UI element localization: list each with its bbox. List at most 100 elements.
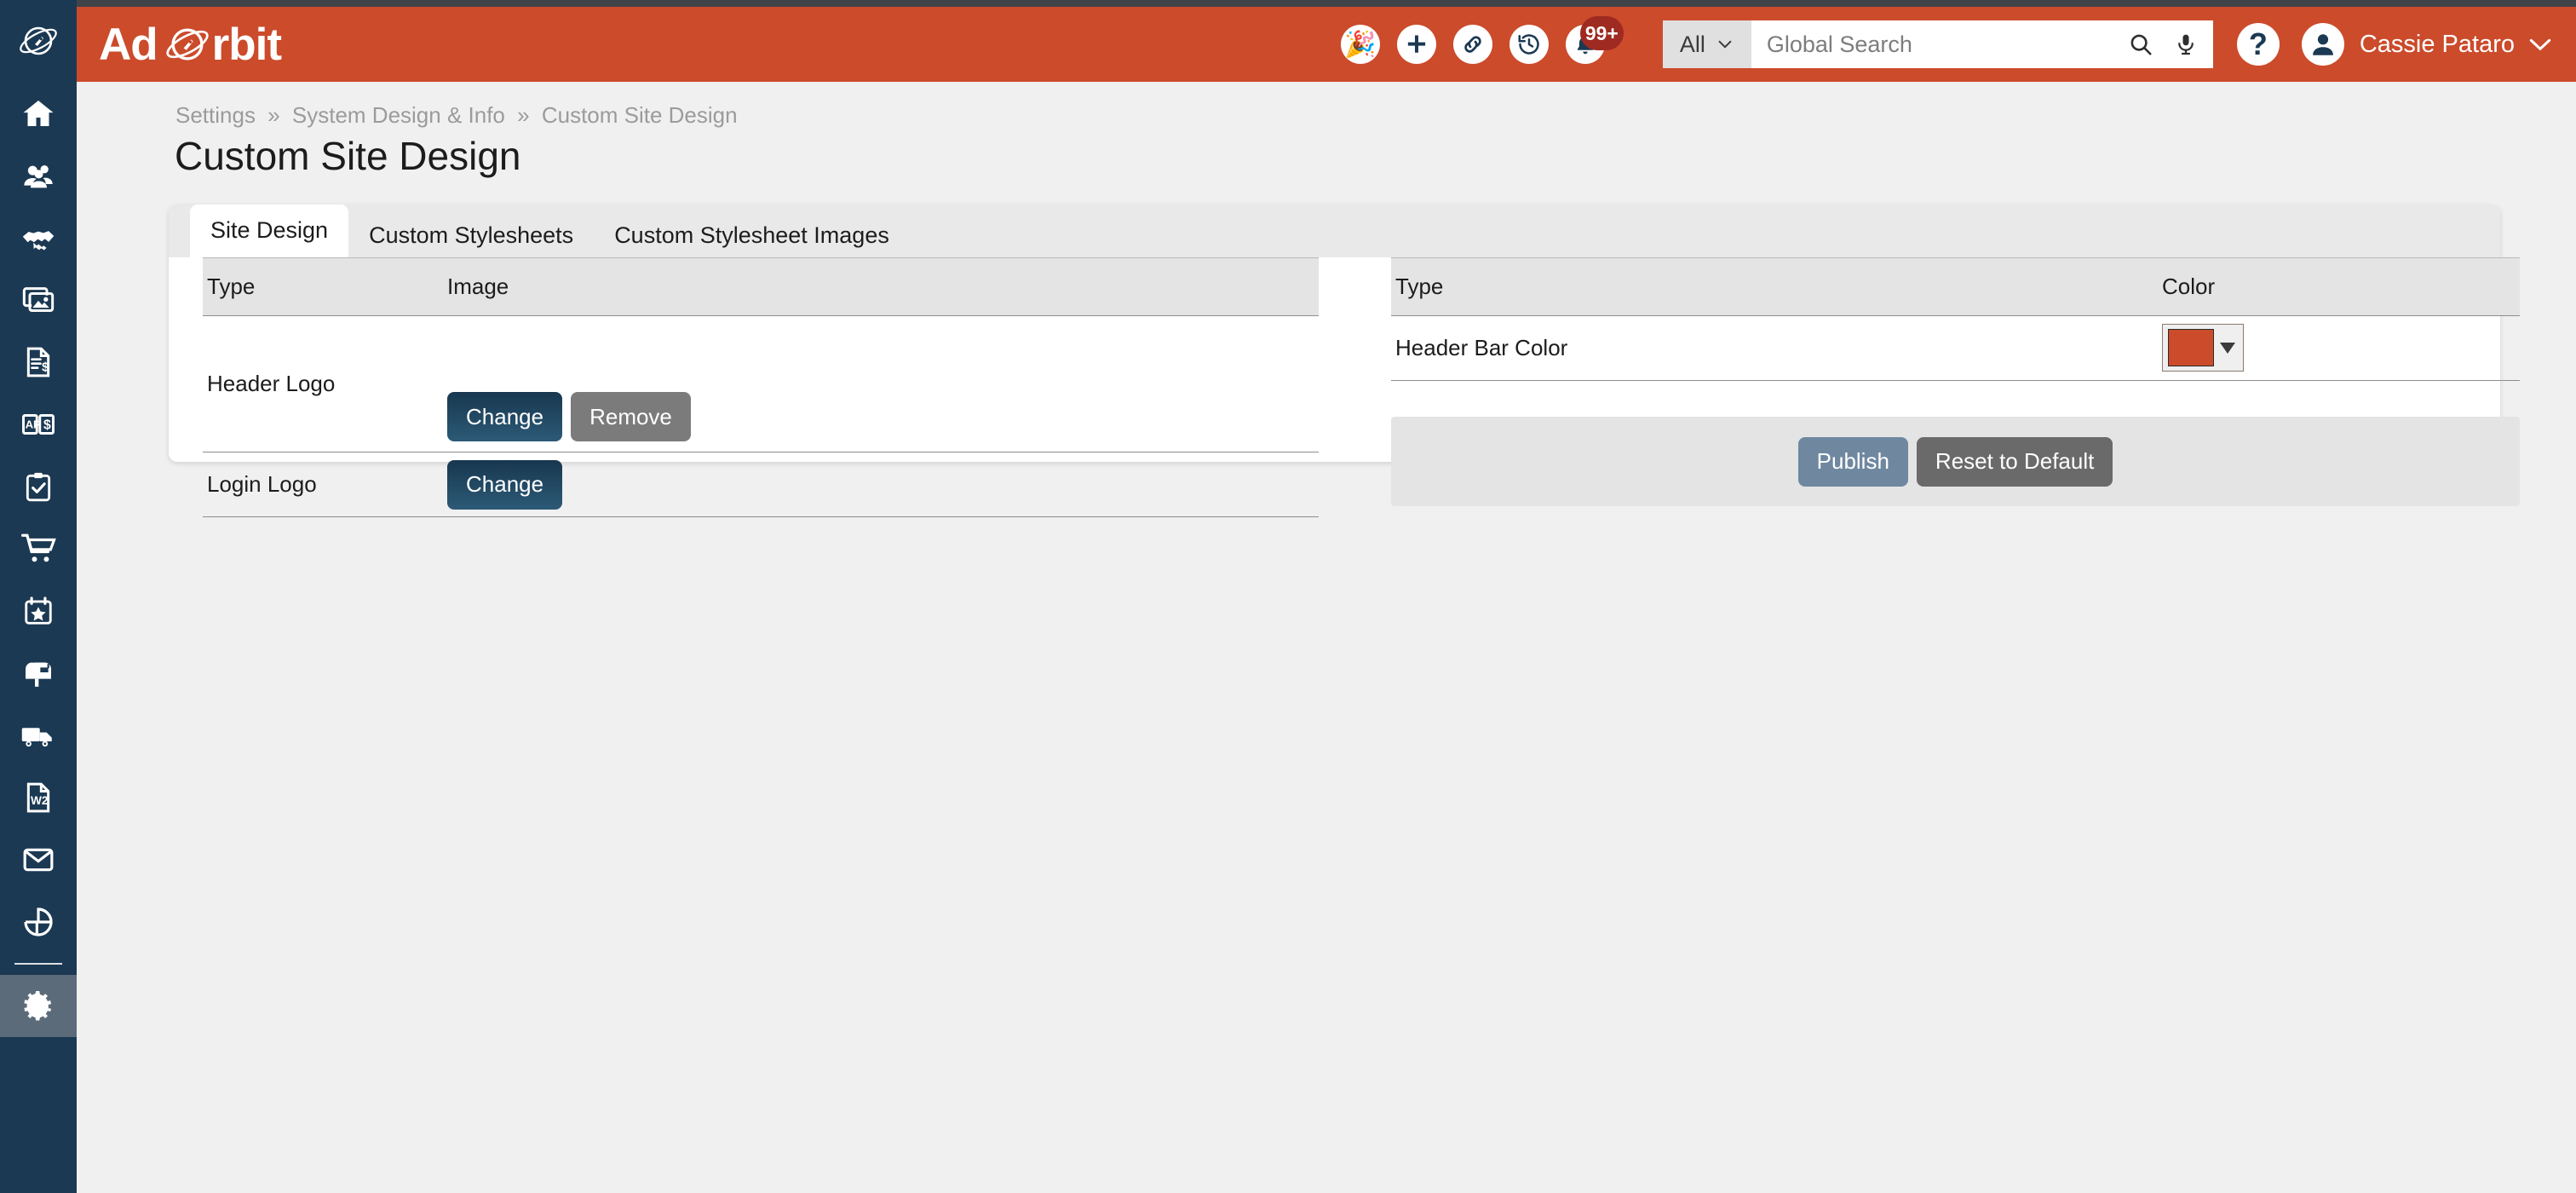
breadcrumb-item-system-design-info[interactable]: System Design & Info (292, 102, 505, 128)
help-label: ? (2248, 26, 2268, 61)
column-header-image: Image (443, 257, 1319, 316)
action-bar: Publish Reset to Default (1391, 417, 2520, 506)
sidebar-item-circulation[interactable] (0, 642, 77, 704)
header-bar-color-type-cell: Header Bar Color (1391, 315, 2158, 381)
sidebar-item-tax-forms[interactable]: W2 (0, 766, 77, 828)
reset-to-default-button[interactable]: Reset to Default (1916, 436, 2113, 487)
help-icon[interactable]: ? (2236, 23, 2280, 66)
breadcrumb-separator: » (267, 102, 280, 128)
header-logo-remove-button[interactable]: Remove (571, 392, 691, 441)
colors-panel: Type Color Header Bar Color Publish Rese… (1391, 257, 2520, 506)
link-icon[interactable] (1452, 25, 1492, 64)
header-logo-type-cell: Header Logo (203, 315, 443, 452)
table-row: Header Bar Color (1391, 315, 2520, 381)
chevron-down-icon[interactable] (2220, 342, 2235, 354)
avatar[interactable] (2301, 23, 2344, 66)
images-table: Type Image Header Logo Change Remove Log… (203, 257, 1319, 517)
chevron-down-icon (1718, 40, 1732, 49)
search-input[interactable] (1751, 20, 2118, 68)
table-header-row: Type Color (1391, 257, 2520, 316)
add-icon[interactable] (1396, 25, 1436, 64)
colors-table: Type Color Header Bar Color (1391, 257, 2520, 381)
notification-badge: 99+ (1579, 16, 1624, 50)
handshake-icon (22, 230, 55, 251)
people-icon (24, 164, 53, 187)
breadcrumb: Settings » System Design & Info » Custom… (175, 102, 738, 129)
global-search: All (1662, 20, 2213, 68)
login-logo-image-cell: Change (443, 452, 1319, 517)
column-header-color: Color (2158, 257, 2520, 316)
header-bar-color-value-cell (2158, 315, 2520, 381)
tab-custom-stylesheets[interactable]: Custom Stylesheets (348, 213, 594, 257)
publish-button[interactable]: Publish (1797, 436, 1908, 487)
ad-orbit-planet-logo[interactable] (0, 0, 77, 82)
sidebar-item-media[interactable] (0, 268, 77, 331)
column-header-type: Type (1391, 257, 2158, 316)
sidebar-item-home[interactable] (0, 82, 77, 144)
invoice-icon: $ (26, 347, 50, 377)
sidebar-item-contacts[interactable] (0, 144, 77, 206)
calendar-star-icon (25, 596, 52, 625)
sidebar-item-payments[interactable]: AP $ (0, 393, 77, 455)
login-logo-change-button[interactable]: Change (447, 459, 563, 510)
tab-site-design[interactable]: Site Design (190, 205, 349, 257)
sidebar-item-events[interactable] (0, 579, 77, 642)
header-logo-image-cell: Change Remove (443, 315, 1319, 452)
notification-bell-icon[interactable]: 99+ (1565, 16, 1624, 64)
brand-prefix: Ad (99, 19, 158, 70)
microphone-icon[interactable] (2164, 32, 2213, 56)
sidebar-item-orders[interactable] (0, 517, 77, 579)
svg-text:$: $ (42, 360, 49, 374)
sidebar-item-email[interactable] (0, 828, 77, 890)
search-icon[interactable] (2118, 32, 2164, 57)
sidebar-item-reports[interactable] (0, 890, 77, 953)
breadcrumb-item-custom-site-design[interactable]: Custom Site Design (542, 102, 738, 128)
sidebar-item-settings[interactable] (0, 975, 77, 1037)
header-actions: 🎉 99+ All Global Search ? Cassie Pataro (1340, 16, 2554, 68)
header-logo-change-button[interactable]: Change (447, 392, 563, 441)
window-top-strip (0, 0, 2576, 7)
site-design-card: Site Design Custom Stylesheets Custom St… (169, 205, 2520, 517)
history-icon[interactable] (1509, 25, 1549, 64)
breadcrumb-item-settings[interactable]: Settings (175, 102, 256, 128)
brand-suffix: rbit (211, 19, 282, 70)
sidebar-item-distribution[interactable] (0, 704, 77, 766)
sidebar-item-invoices[interactable]: $ (0, 331, 77, 393)
svg-text:$: $ (43, 418, 51, 432)
pie-chart-icon (24, 907, 53, 937)
clipboard-check-icon (26, 472, 51, 501)
celebration-icon[interactable]: 🎉 (1340, 25, 1380, 64)
tab-bar: Site Design Custom Stylesheets Custom St… (169, 205, 2500, 257)
gear-icon (24, 990, 52, 1020)
color-picker-dropdown[interactable] (2162, 324, 2244, 372)
search-scope-label: All (1679, 31, 1705, 57)
svg-text:AP: AP (26, 418, 41, 430)
table-header-row: Type Image (203, 257, 1319, 316)
mailbox-icon (26, 662, 51, 687)
sidebar-divider (14, 963, 62, 965)
envelope-icon (23, 848, 54, 871)
home-icon (23, 100, 54, 126)
user-name: Cassie Pataro (2359, 30, 2515, 58)
table-row: Header Logo Change Remove (203, 315, 1319, 452)
brand-planet-icon (166, 28, 209, 61)
images-icon (22, 286, 55, 312)
truck-icon (21, 727, 52, 746)
cart-icon (20, 533, 56, 562)
color-swatch (2168, 329, 2214, 366)
search-scope-dropdown[interactable]: All (1662, 20, 1751, 68)
page-title: Custom Site Design (175, 134, 521, 178)
breadcrumb-separator: » (517, 102, 530, 128)
user-menu-chevron-icon[interactable] (2527, 34, 2554, 55)
sidebar-item-deals[interactable] (0, 206, 77, 268)
app-header: Ad rbit 🎉 99+ All Global Search ? Cassie… (77, 7, 2576, 82)
sidebar-item-tasks[interactable] (0, 455, 77, 517)
svg-text:W2: W2 (31, 794, 49, 807)
w2-document-icon: W2 (26, 782, 50, 812)
images-panel: Type Image Header Logo Change Remove Log… (203, 257, 1319, 517)
brand-logo[interactable]: Ad rbit (99, 19, 282, 71)
main-content: Settings » System Design & Info » Custom… (77, 82, 2576, 1193)
login-logo-type-cell: Login Logo (203, 452, 443, 517)
tab-custom-stylesheet-images[interactable]: Custom Stylesheet Images (594, 213, 910, 257)
left-sidebar: $ AP $ W2 (0, 0, 77, 1193)
